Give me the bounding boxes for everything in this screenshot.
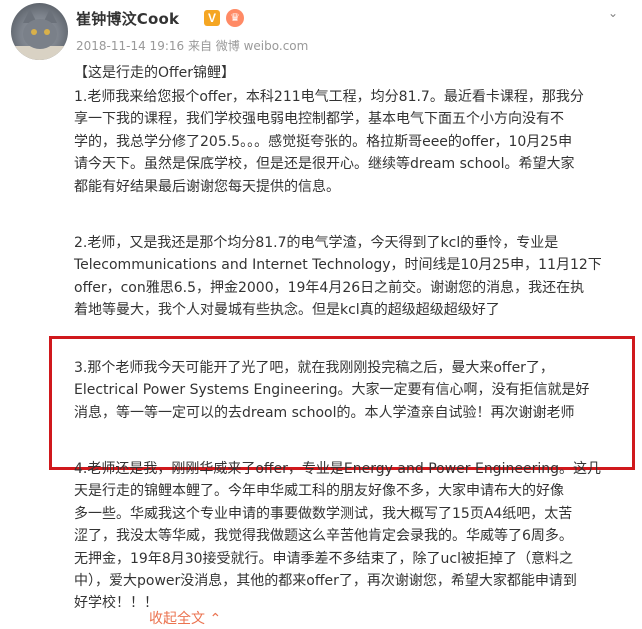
paragraph-1: 1.老师我来给您报个offer，本科211电气工程，均分81.7。最近看卡课程，…	[74, 86, 630, 198]
chevron-down-icon[interactable]: ⌄	[608, 6, 618, 20]
verified-badge-icon: V	[204, 10, 220, 26]
collapse-label: 收起全文	[149, 611, 205, 627]
paragraph-line: 着地等曼大，我个人对曼城有些执念。但是kcl真的超级超级超级好了	[74, 302, 500, 319]
paragraph-line: 2.老师，又是我还是那个均分81.7的电气学渣，今天得到了kcl的垂怜，专业是	[74, 235, 559, 251]
paragraph-4: 4.老师还是我，刚刚华威来了offer，专业是Energy and Power …	[74, 458, 630, 615]
collapse-text-link[interactable]: 收起全文 ⌃	[149, 608, 221, 628]
timestamp[interactable]: 2018-11-14 19:16	[76, 39, 184, 53]
paragraph-line: 天是行走的锦鲤本鲤了。今年申华威工科的朋友好像不多，大家申请布大的好像	[74, 483, 564, 500]
cat-eye-right-icon	[44, 29, 50, 35]
paragraph-line: offer，con雅思6.5，押金2000，19年4月26日之前交。谢谢您的消息…	[74, 279, 585, 296]
paragraph-line: 3.那个老师我今天可能开了光了吧，就在我刚刚投完稿之后，曼大来offer了，	[74, 360, 554, 376]
paragraph-line: 消息，等一等一定可以的去dream school的。本人学渣亲自试验！再次谢谢老…	[74, 404, 575, 421]
paragraph-3: 3.那个老师我今天可能开了光了吧，就在我刚刚投完稿之后，曼大来offer了， E…	[74, 357, 630, 424]
post-header: 崔钟博汶Cook V ♛ 2018-11-14 19:16 来自 微博 weib…	[0, 0, 642, 62]
paragraph-line: 涩了，我没太等华威，我觉得我做题这么辛苦他肯定会录我的。华威等了6周多。	[74, 528, 573, 545]
post-title: 【这是行走的Offer锦鲤】	[74, 65, 236, 81]
paragraph-line: 1.老师我来给您报个offer，本科211电气工程，均分81.7。最近看卡课程，…	[74, 89, 584, 105]
username[interactable]: 崔钟博汶Cook	[76, 8, 179, 29]
avatar[interactable]	[11, 3, 68, 60]
crown-badge-icon: ♛	[226, 9, 244, 27]
paragraph-line: 4.老师还是我，刚刚华威来了offer，专业是Energy and Power …	[74, 461, 601, 477]
paragraph-line: 享一下我的课程，我们学校强电弱电控制都学，基本电气下面五个小方向没有不	[74, 111, 564, 128]
paragraph-line: Telecommunications and Internet Technolo…	[74, 257, 602, 274]
chevron-up-icon: ⌃	[209, 611, 222, 627]
paragraph-line: 无押金，19年8月30接受就行。申请季差不多结束了，除了ucl被拒掉了（意料之	[74, 550, 573, 567]
paragraph-2: 2.老师，又是我还是那个均分81.7的电气学渣，今天得到了kcl的垂怜，专业是 …	[74, 232, 630, 322]
paragraph-line: 学的，我总学分修了205.5。。。感觉挺夸张的。格拉斯哥eee的offer，10…	[74, 133, 573, 150]
post-source[interactable]: 来自 微博 weibo.com	[188, 39, 308, 53]
post-meta: 2018-11-14 19:16 来自 微博 weibo.com	[76, 37, 308, 54]
paragraph-line: 中），爱大power没消息，其他的都来offer了，再次谢谢您，希望大家都能申请…	[74, 573, 577, 590]
paragraph-line: 多一些。华威我这个专业申请的事要做数学测试，我大概写了15页A4纸吧，太苦	[74, 505, 573, 522]
cat-eye-left-icon	[31, 29, 37, 35]
paragraph-line: Electrical Power Systems Engineering。大家一…	[74, 382, 590, 399]
paragraph-line: 请今天下。虽然是保底学校，但是还是很开心。继续等dream school。希望大…	[74, 156, 575, 173]
cat-face-icon	[23, 19, 57, 49]
paragraph-line: 都能有好结果最后谢谢您每天提供的信息。	[74, 178, 340, 195]
